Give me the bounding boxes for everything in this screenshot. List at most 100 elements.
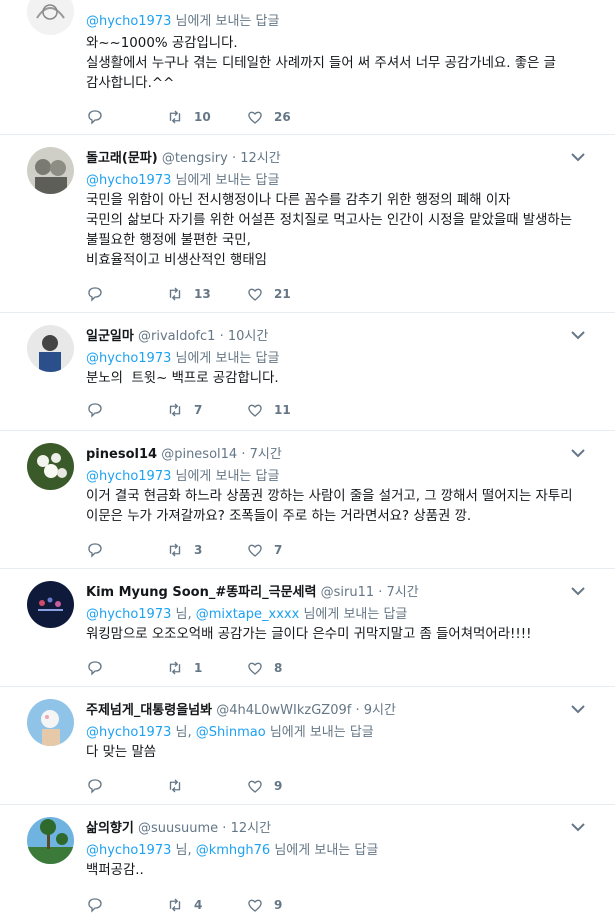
user-handle[interactable]: @tengsiry <box>162 151 228 166</box>
user-handle[interactable]: @pinesol14 <box>161 447 237 462</box>
chevron-down-icon[interactable] <box>571 704 585 714</box>
user-handle[interactable]: @rivaldofc1 <box>138 329 215 344</box>
user-handle[interactable]: @4h4L0wWIkzGZ09f <box>216 703 351 718</box>
display-name[interactable]: Kim Myung Soon_#똥파리_극문세력 <box>86 585 316 600</box>
heart-icon <box>248 780 262 793</box>
reply-button[interactable] <box>86 401 104 419</box>
separator-dot: · <box>241 447 246 462</box>
reply-button[interactable] <box>86 541 104 559</box>
reply-button[interactable] <box>86 777 104 795</box>
display-name[interactable]: 일군일마 <box>86 329 134 344</box>
avatar[interactable] <box>27 443 74 490</box>
chevron-down-icon[interactable] <box>571 448 585 458</box>
avatar[interactable] <box>27 147 74 194</box>
handle-joiner: 님, <box>175 843 192 858</box>
retweet-button[interactable] <box>166 777 194 795</box>
retweet-count: 1 <box>194 661 203 675</box>
reply-button[interactable] <box>86 108 104 126</box>
tweet[interactable]: Kim Myung Soon_#똥파리_극문세력 @siru11 · 7시간 @… <box>0 569 615 687</box>
display-name[interactable]: 삶의향기 <box>86 821 134 836</box>
chevron-down-icon[interactable] <box>571 586 585 596</box>
tweet[interactable]: 돌고래(문파) @tengsiry · 12시간 @hycho1973 님에게 … <box>0 135 615 313</box>
tweet[interactable]: 삶의향기 @suusuume · 12시간 @hycho1973 님, @kmh… <box>0 805 615 917</box>
timestamp[interactable]: 7시간 <box>387 585 419 600</box>
reply-handle-link[interactable]: @hycho1973 <box>86 843 171 858</box>
like-button[interactable]: 26 <box>246 108 291 126</box>
like-count: 11 <box>274 403 291 417</box>
retweet-button[interactable]: 1 <box>166 659 202 677</box>
heart-icon <box>248 404 262 417</box>
like-count: 9 <box>274 898 283 912</box>
retweet-button[interactable]: 3 <box>166 541 202 559</box>
like-button[interactable]: 8 <box>246 659 282 677</box>
reply-context: @hycho1973 님에게 보내는 답글 <box>86 347 279 366</box>
reply-feed: @hycho1973 님에게 보내는 답글 와~~1000% 공감입니다. 실생… <box>0 0 615 917</box>
tweet-text: 국민을 위함이 아닌 전시행정이나 다른 꼼수를 감추기 위한 행정의 폐해 이… <box>86 193 573 268</box>
reply-button[interactable] <box>86 659 104 677</box>
retweet-button[interactable]: 10 <box>166 108 211 126</box>
display-name[interactable]: 돌고래(문파) <box>86 151 158 166</box>
user-handle[interactable]: @siru11 <box>321 585 375 600</box>
separator-dot: · <box>355 703 360 718</box>
avatar[interactable] <box>27 581 74 628</box>
reply-context: @hycho1973 님에게 보내는 답글 <box>86 169 279 188</box>
tweet-header: 일군일마 @rivaldofc1 · 10시간 <box>86 325 268 344</box>
timestamp[interactable]: 10시간 <box>228 329 268 344</box>
avatar[interactable] <box>27 0 74 35</box>
reply-handle-link[interactable]: @hycho1973 <box>86 14 171 29</box>
like-button[interactable]: 9 <box>246 896 282 914</box>
chevron-down-icon[interactable] <box>571 152 585 162</box>
timestamp[interactable]: 12시간 <box>231 821 271 836</box>
tweet-text: 백퍼공감.. <box>86 863 144 878</box>
like-button[interactable]: 11 <box>246 401 291 419</box>
tweet-text: 분노의 트윗~ 백프로 공감합니다. <box>86 371 279 386</box>
heart-icon <box>248 544 262 557</box>
reply-handle-link[interactable]: @mixtape_xxxx <box>196 607 300 622</box>
display-name[interactable]: pinesol14 <box>86 447 157 462</box>
display-name[interactable]: 주제넘게_대통령을넘봐 <box>86 703 212 718</box>
reply-button[interactable] <box>86 285 104 303</box>
retweet-button[interactable]: 13 <box>166 285 211 303</box>
heart-icon <box>248 111 262 124</box>
retweet-icon <box>169 110 181 124</box>
retweet-icon <box>169 661 181 675</box>
reply-context: @hycho1973 님, @mixtape_xxxx 님에게 보내는 답글 <box>86 603 407 622</box>
tweet[interactable]: pinesol14 @pinesol14 · 7시간 @hycho1973 님에… <box>0 431 615 569</box>
like-button[interactable]: 9 <box>246 777 282 795</box>
tweet[interactable]: 주제넘게_대통령을넘봐 @4h4L0wWIkzGZ09f · 9시간 @hych… <box>0 687 615 805</box>
tweet-actions: 3 7 <box>86 541 346 559</box>
avatar[interactable] <box>27 817 74 864</box>
reply-handle-link[interactable]: @hycho1973 <box>86 469 171 484</box>
timestamp[interactable]: 12시간 <box>240 151 280 166</box>
like-button[interactable]: 7 <box>246 541 282 559</box>
retweet-count: 3 <box>194 543 203 557</box>
retweet-icon <box>169 287 181 301</box>
chevron-down-icon[interactable] <box>571 822 585 832</box>
tweet[interactable]: @hycho1973 님에게 보내는 답글 와~~1000% 공감입니다. 실생… <box>0 0 615 135</box>
retweet-button[interactable]: 7 <box>166 401 202 419</box>
reply-suffix: 님에게 보내는 답글 <box>175 173 280 188</box>
avatar[interactable] <box>27 699 74 746</box>
tweet-header: 돌고래(문파) @tengsiry · 12시간 <box>86 147 281 166</box>
timestamp[interactable]: 9시간 <box>364 703 396 718</box>
like-count: 8 <box>274 661 283 675</box>
reply-handle-link[interactable]: @hycho1973 <box>86 607 171 622</box>
like-button[interactable]: 21 <box>246 285 291 303</box>
avatar[interactable] <box>27 325 74 372</box>
chevron-down-icon[interactable] <box>571 330 585 340</box>
user-handle[interactable]: @suusuume <box>138 821 218 836</box>
like-count: 9 <box>274 779 283 793</box>
reply-handle-link[interactable]: @hycho1973 <box>86 351 171 366</box>
tweet[interactable]: 일군일마 @rivaldofc1 · 10시간 @hycho1973 님에게 보… <box>0 313 615 431</box>
reply-handle-link[interactable]: @kmhgh76 <box>196 843 270 858</box>
reply-suffix: 님에게 보내는 답글 <box>269 725 374 740</box>
reply-handle-link[interactable]: @Shinmao <box>196 725 266 740</box>
retweet-button[interactable]: 4 <box>166 896 202 914</box>
tweet-header: 삶의향기 @suusuume · 12시간 <box>86 817 271 836</box>
reply-button[interactable] <box>86 896 104 914</box>
tweet-actions: 10 26 <box>86 108 346 126</box>
reply-icon <box>88 287 102 302</box>
reply-handle-link[interactable]: @hycho1973 <box>86 725 171 740</box>
timestamp[interactable]: 7시간 <box>250 447 282 462</box>
reply-handle-link[interactable]: @hycho1973 <box>86 173 171 188</box>
